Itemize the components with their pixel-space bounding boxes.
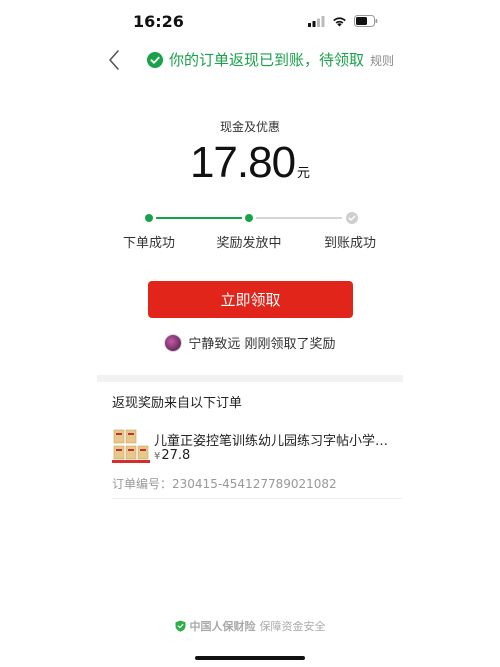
step-label-ordered: 下单成功 [122, 236, 175, 251]
order-separator [112, 498, 402, 499]
cellular-signal-icon [308, 15, 325, 27]
page-title-text: 你的订单返现已到账，待领取 [169, 51, 365, 69]
progress-steps: 下单成功 奖励发放中 到账成功 [0, 210, 500, 251]
avatar [164, 333, 183, 352]
reward-amount: 17.80 元 [0, 138, 500, 188]
step-label-issuing: 奖励发放中 [216, 236, 282, 251]
reward-label: 现金及优惠 [219, 120, 280, 134]
section-divider [97, 375, 403, 382]
chevron-left-icon [109, 50, 119, 70]
status-bar: 16:26 [0, 0, 500, 44]
status-icons [308, 15, 378, 27]
orders-section-title: 返现奖励来自以下订单 [112, 396, 243, 411]
step-line-done [156, 217, 242, 219]
footer: 中国人保财险 保障资金安全 [0, 618, 500, 634]
step-line-pending [256, 217, 342, 219]
reward-amount-unit: 元 [297, 166, 311, 181]
claim-notice: 宁静致远 刚刚领取了奖励 [0, 333, 500, 352]
reward-amount-value: 17.80 [189, 138, 296, 187]
order-number-label: 订单编号： [112, 477, 173, 491]
claim-button[interactable]: 立即领取 [148, 281, 353, 318]
step-dot-ordered [145, 214, 153, 222]
order-number-value: 230415-454127789021082 [172, 477, 337, 491]
status-time: 16:26 [133, 12, 184, 31]
order-product-name: 儿童正姿控笔训练幼儿园练习字帖小学生描红... [154, 434, 399, 449]
shield-check-icon [175, 620, 185, 632]
check-circle-icon [147, 51, 163, 68]
footer-brand: 中国人保财险 [189, 620, 256, 633]
order-price: ¥27.8 [154, 448, 190, 463]
wifi-icon [333, 16, 346, 26]
product-thumbnail [112, 428, 150, 464]
order-number: 订单编号：230415-454127789021082 [112, 475, 337, 492]
nav-bar: 你的订单返现已到账，待领取 规则 [0, 44, 500, 76]
footer-text: 保障资金安全 [259, 620, 326, 633]
step-dot-issuing [245, 214, 253, 222]
battery-icon [354, 15, 378, 27]
home-indicator[interactable] [195, 656, 305, 660]
order-currency: ¥ [154, 451, 161, 462]
step-check-icon [346, 212, 358, 224]
back-button[interactable] [104, 48, 126, 72]
order-price-value: 27.8 [161, 448, 191, 463]
order-item[interactable]: 儿童正姿控笔训练幼儿园练习字帖小学生描红... ¥27.8 [112, 428, 402, 468]
page-title: 你的订单返现已到账，待领取 [147, 49, 364, 70]
claim-notice-text: 宁静致远 刚刚领取了奖励 [188, 337, 336, 352]
step-label-received: 到账成功 [323, 236, 376, 251]
rules-link[interactable]: 规则 [370, 52, 394, 69]
